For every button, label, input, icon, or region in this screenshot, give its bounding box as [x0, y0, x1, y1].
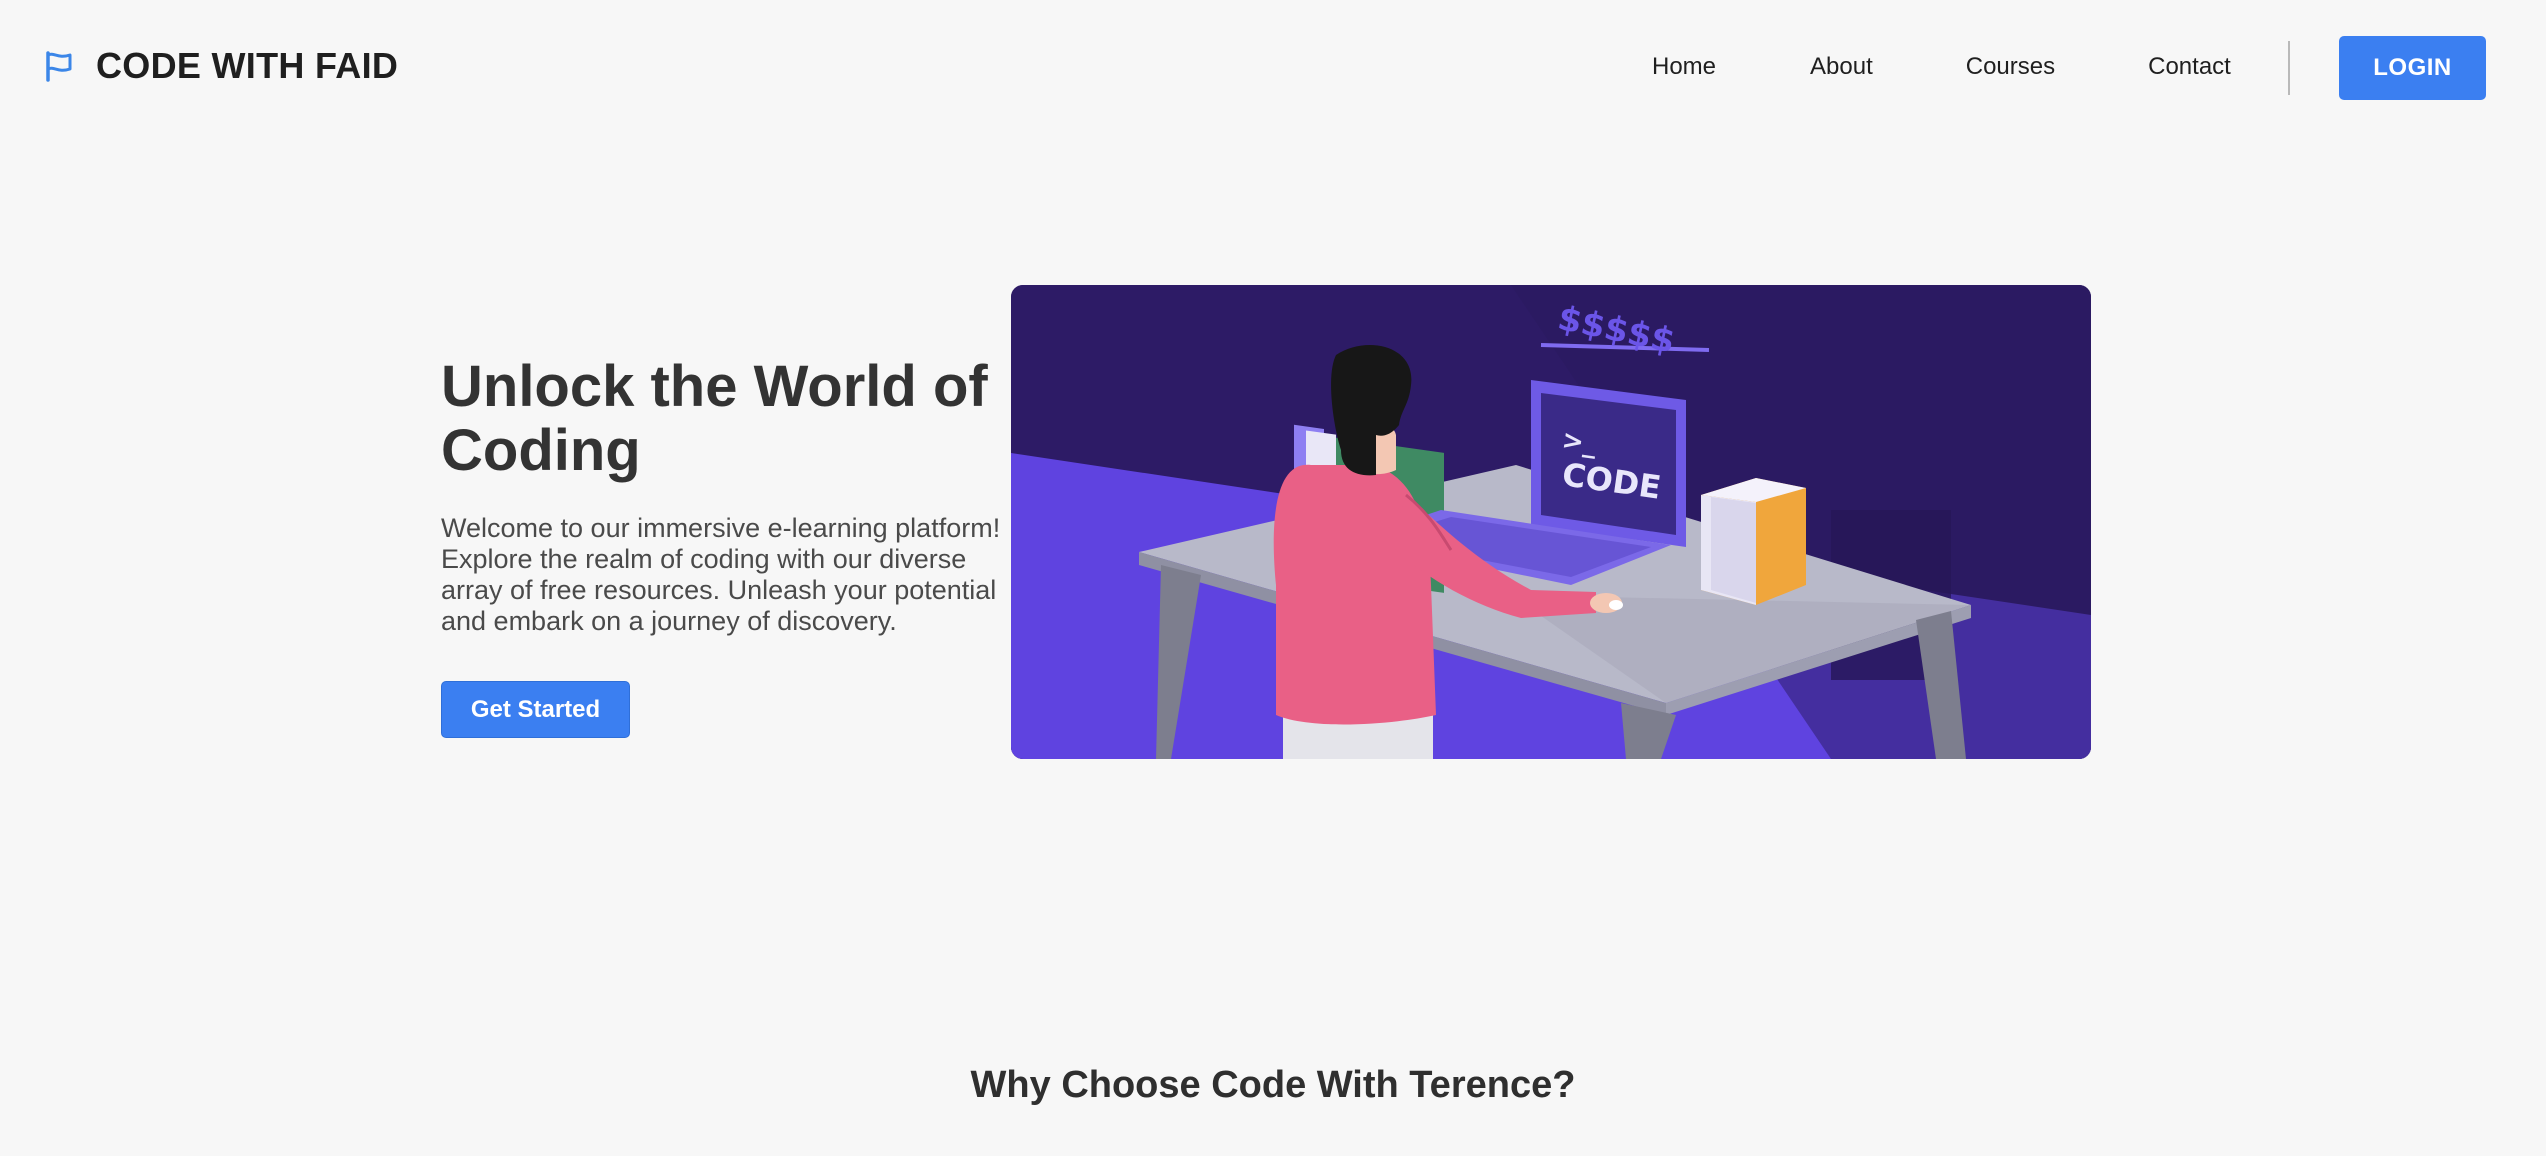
- hero-text: Unlock the World of Coding Welcome to ou…: [441, 355, 1015, 637]
- login-button[interactable]: LOGIN: [2339, 36, 2486, 100]
- nav-divider: [2288, 41, 2290, 95]
- brand[interactable]: CODE WITH FAID: [44, 44, 398, 88]
- flag-icon: [46, 51, 72, 82]
- nav-link-contact[interactable]: Contact: [2148, 46, 2231, 88]
- nav-link-courses[interactable]: Courses: [1966, 46, 2055, 88]
- main-nav: Home About Courses Contact: [1652, 46, 2231, 88]
- hero-description: Welcome to our immersive e-learning plat…: [441, 513, 1001, 636]
- nav-link-about[interactable]: About: [1810, 46, 1873, 88]
- nav-link-home[interactable]: Home: [1652, 46, 1716, 88]
- hero-illustration: $$$$$ >_ CODE: [1011, 285, 2091, 759]
- hero-title: Unlock the World of Coding: [441, 354, 988, 483]
- brand-name: CODE WITH FAID: [96, 45, 399, 86]
- site-header: CODE WITH FAID Home About Courses Contac…: [0, 0, 2546, 136]
- get-started-button[interactable]: Get Started: [441, 681, 630, 738]
- coding-desk-illustration: $$$$$ >_ CODE: [1011, 285, 2091, 759]
- why-heading: Why Choose Code With Terence?: [970, 1064, 1576, 1106]
